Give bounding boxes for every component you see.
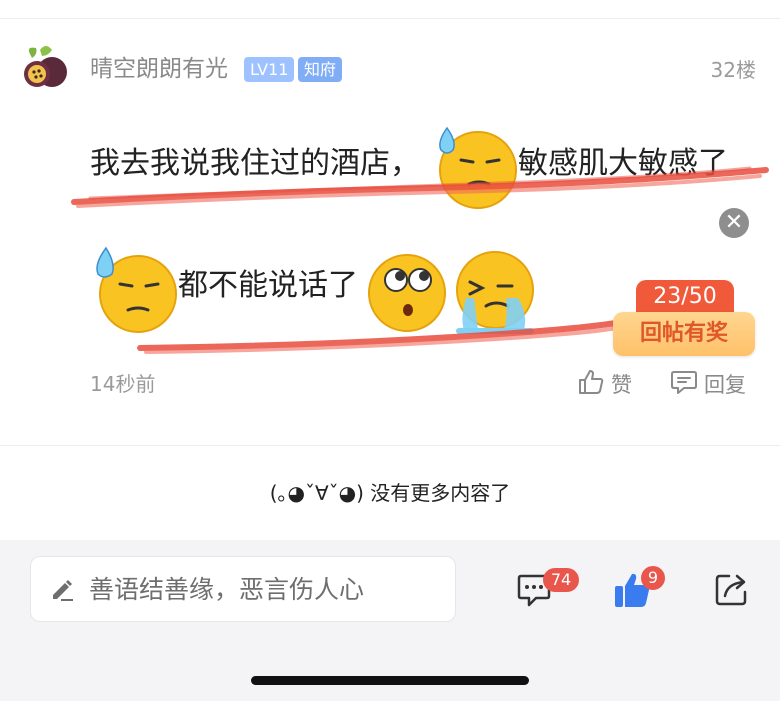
pencil-icon [49, 577, 75, 607]
comment-icon [670, 368, 698, 400]
close-button[interactable]: ✕ [719, 208, 749, 238]
red-scribble-mark [70, 158, 770, 222]
username[interactable]: 晴空朗朗有光 [90, 54, 228, 84]
home-indicator[interactable] [251, 676, 529, 685]
share-icon [713, 574, 749, 612]
comment-input[interactable]: 善语结善缘，恶言伤人心 [30, 556, 456, 622]
reply-reward-button[interactable]: 回帖有奖 [613, 312, 755, 356]
red-scribble-mark [136, 316, 626, 370]
thumbs-up-filled-icon [612, 573, 652, 614]
like-button[interactable]: 赞 [577, 368, 632, 400]
post-time: 14秒前 [90, 372, 156, 396]
end-of-content-text: (｡◕ˇ∀ˇ◕) 没有更多内容了 [269, 481, 511, 505]
user-avatar[interactable] [22, 44, 70, 92]
comment-count-badge: 74 [543, 568, 579, 592]
thumbs-up-icon [577, 368, 605, 400]
level-badge: LV11 [244, 57, 295, 82]
like-count-badge: 9 [641, 566, 665, 590]
top-divider [0, 18, 780, 19]
reward-progress-badge: 23/50 [636, 280, 734, 314]
like-label: 赞 [611, 373, 632, 397]
title-badge: 知府 [298, 57, 343, 82]
reply-label: 回复 [704, 373, 746, 397]
reply-button[interactable]: 回复 [670, 368, 746, 400]
floor-number: 32楼 [710, 58, 756, 82]
section-divider [0, 445, 780, 446]
comment-input-placeholder: 善语结善缘，恶言伤人心 [89, 575, 365, 604]
post-text-line2: 都不能说话了 [178, 268, 358, 303]
comment-bubble-icon [516, 574, 552, 612]
share-button[interactable] [713, 572, 749, 612]
